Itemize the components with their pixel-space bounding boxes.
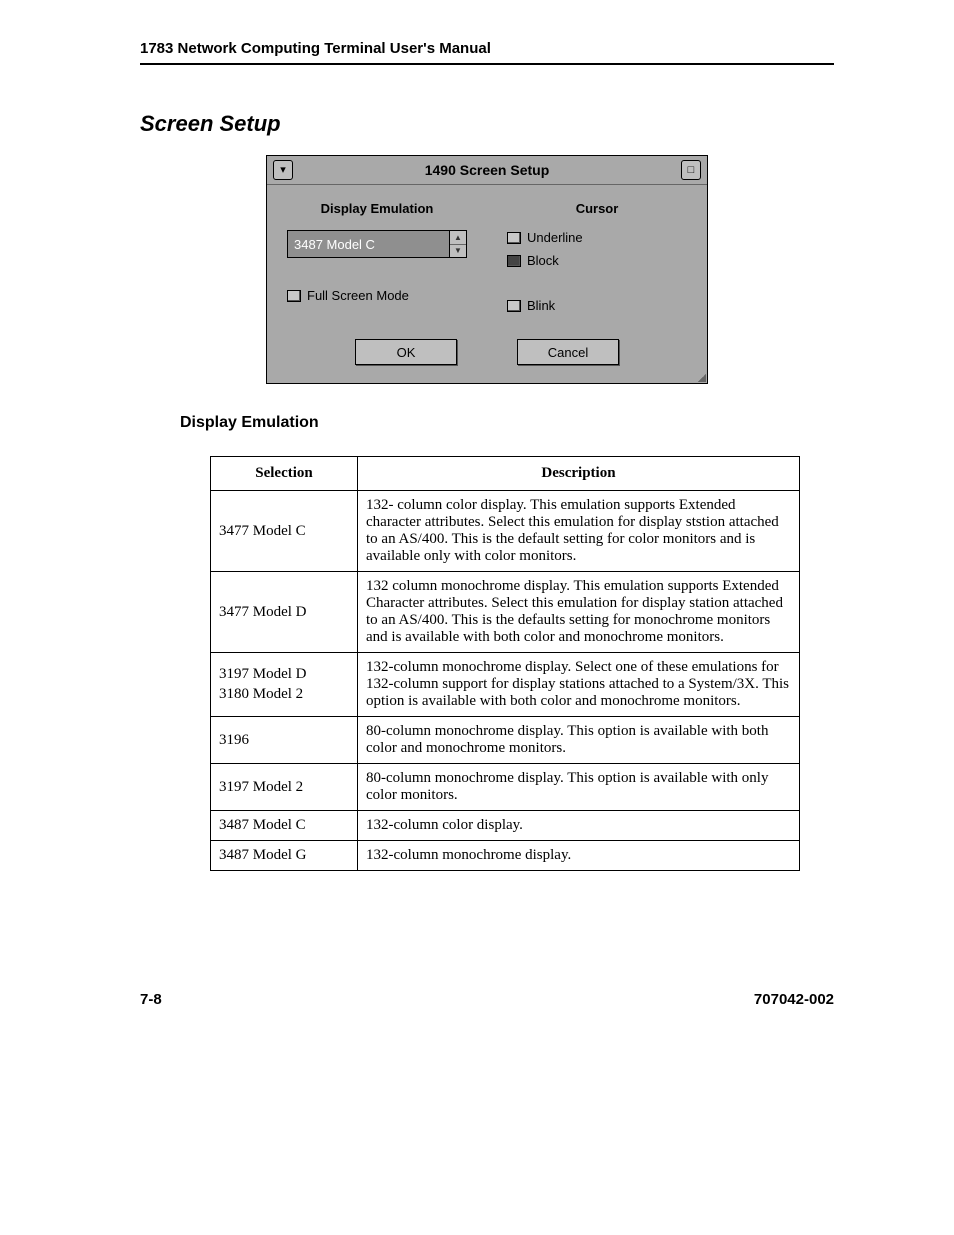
page-number: 7-8 — [140, 991, 162, 1008]
blink-label: Blink — [527, 298, 555, 313]
display-emulation-label: Display Emulation — [287, 201, 467, 216]
selection-cell: 3477 Model D — [211, 572, 358, 653]
resize-grip-icon[interactable] — [696, 372, 706, 382]
table-row: 3197 Model 2 80-column monochrome displa… — [211, 764, 800, 811]
description-cell: 80-column monochrome display. This optio… — [358, 717, 800, 764]
doc-number: 707042-002 — [754, 991, 834, 1008]
description-cell: 132 column monochrome display. This emul… — [358, 572, 800, 653]
checkbox-icon — [507, 300, 521, 312]
table-row: 3477 Model D 132 column monochrome displ… — [211, 572, 800, 653]
table-row: 3487 Model G 132-column monochrome displ… — [211, 841, 800, 871]
combo-spinner[interactable]: ▲ ▼ — [449, 231, 466, 257]
selection-cell: 3487 Model G — [211, 841, 358, 871]
emulation-table: Selection Description 3477 Model C 132- … — [210, 456, 800, 871]
checkbox-icon — [507, 232, 521, 244]
cancel-button[interactable]: Cancel — [517, 339, 619, 365]
checkbox-icon — [507, 255, 521, 267]
full-screen-label: Full Screen Mode — [307, 288, 409, 303]
selection-cell: 3477 Model C — [211, 491, 358, 572]
full-screen-checkbox[interactable]: Full Screen Mode — [287, 288, 467, 303]
checkbox-icon — [287, 290, 301, 302]
col-selection: Selection — [211, 457, 358, 491]
col-description: Description — [358, 457, 800, 491]
selection-cell: 3197 Model 2 — [211, 764, 358, 811]
selection-cell: 3487 Model C — [211, 811, 358, 841]
page-footer: 7-8 707042-002 — [140, 991, 834, 1008]
display-emulation-combo[interactable]: 3487 Model C ▲ ▼ — [287, 230, 467, 258]
table-row: 3197 Model D 3180 Model 2 132-column mon… — [211, 653, 800, 717]
block-checkbox[interactable]: Block — [507, 253, 687, 268]
selection-cell: 3197 Model D 3180 Model 2 — [211, 653, 358, 717]
blink-checkbox[interactable]: Blink — [507, 298, 687, 313]
maximize-icon[interactable]: □ — [681, 160, 701, 180]
spin-up-icon[interactable]: ▲ — [450, 231, 466, 245]
dialog-title: 1490 Screen Setup — [293, 162, 681, 178]
display-emulation-value: 3487 Model C — [288, 231, 449, 257]
description-cell: 80-column monochrome display. This optio… — [358, 764, 800, 811]
selection-cell: 3196 — [211, 717, 358, 764]
underline-label: Underline — [527, 230, 583, 245]
table-row: 3196 80-column monochrome display. This … — [211, 717, 800, 764]
display-emulation-heading: Display Emulation — [180, 414, 834, 432]
running-header: 1783 Network Computing Terminal User's M… — [140, 40, 834, 65]
description-cell: 132-column monochrome display. Select on… — [358, 653, 800, 717]
section-title: Screen Setup — [140, 111, 834, 137]
spin-down-icon[interactable]: ▼ — [450, 245, 466, 258]
window-menu-icon[interactable]: ▾ — [273, 160, 293, 180]
ok-button[interactable]: OK — [355, 339, 457, 365]
block-label: Block — [527, 253, 559, 268]
description-cell: 132-column color display. — [358, 811, 800, 841]
description-cell: 132- column color display. This emulatio… — [358, 491, 800, 572]
table-row: 3487 Model C 132-column color display. — [211, 811, 800, 841]
description-cell: 132-column monochrome display. — [358, 841, 800, 871]
underline-checkbox[interactable]: Underline — [507, 230, 687, 245]
cursor-group: Cursor Underline Block Blink — [507, 201, 687, 321]
display-emulation-group: Display Emulation 3487 Model C ▲ ▼ Full … — [287, 201, 467, 321]
screen-setup-dialog: ▾ 1490 Screen Setup □ Display Emulation … — [266, 155, 708, 384]
cursor-label: Cursor — [507, 201, 687, 216]
titlebar: ▾ 1490 Screen Setup □ — [267, 156, 707, 185]
table-row: 3477 Model C 132- column color display. … — [211, 491, 800, 572]
